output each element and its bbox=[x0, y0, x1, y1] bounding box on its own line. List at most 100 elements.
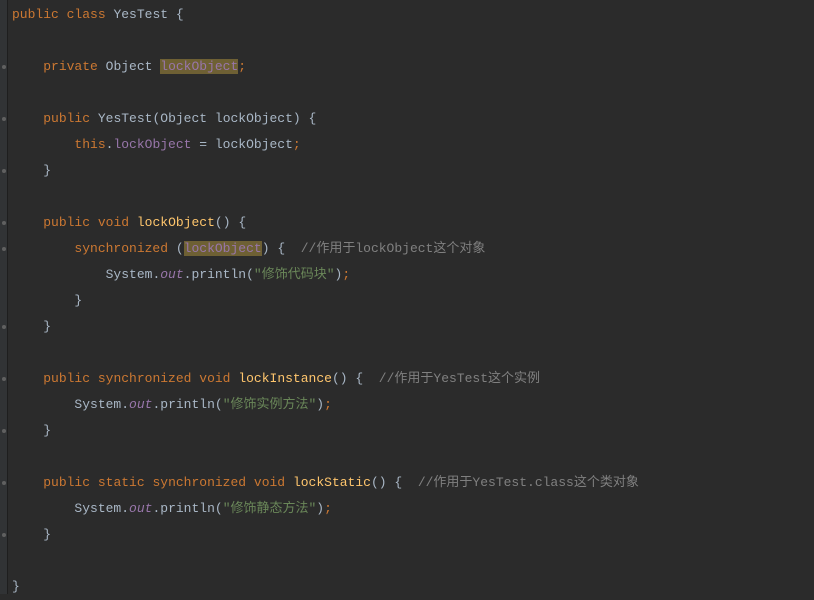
code-line: } bbox=[12, 319, 51, 334]
system-ref: System bbox=[74, 501, 121, 516]
paren: ( bbox=[215, 397, 223, 412]
code-line: synchronized (lockObject) { //作用于lockObj… bbox=[12, 241, 485, 256]
brace: { bbox=[277, 241, 285, 256]
dot: . bbox=[121, 397, 129, 412]
string-literal: "修饰代码块" bbox=[254, 267, 335, 282]
keyword-void: void bbox=[199, 371, 230, 386]
paren: ) bbox=[316, 501, 324, 516]
paren: ( bbox=[246, 267, 254, 282]
semicolon: ; bbox=[324, 501, 332, 516]
brace: { bbox=[238, 215, 246, 230]
keyword-void: void bbox=[98, 215, 129, 230]
keyword-this: this bbox=[74, 137, 105, 152]
keyword-public: public bbox=[43, 475, 90, 490]
string-literal: "修饰实例方法" bbox=[223, 397, 317, 412]
brace: } bbox=[43, 527, 51, 542]
param-ref: lockObject bbox=[215, 137, 293, 152]
paren: ) bbox=[379, 475, 387, 490]
brace: } bbox=[43, 423, 51, 438]
comment-inline: //作用于lockObject这个对象 bbox=[301, 241, 486, 256]
keyword-synchronized: synchronized bbox=[152, 475, 246, 490]
class-name: YesTest bbox=[113, 7, 168, 22]
brace: } bbox=[43, 319, 51, 334]
paren: ( bbox=[215, 215, 223, 230]
code-line: } bbox=[12, 423, 51, 438]
brace: } bbox=[12, 579, 20, 594]
type-object: Object bbox=[160, 111, 207, 126]
field-lockobject: lockObject bbox=[113, 137, 191, 152]
brace: } bbox=[43, 163, 51, 178]
brace: } bbox=[74, 293, 82, 308]
brace: { bbox=[309, 111, 317, 126]
param-lockobject: lockObject bbox=[215, 111, 293, 126]
gutter-marker bbox=[2, 429, 6, 433]
code-line: } bbox=[12, 163, 51, 178]
code-line: public synchronized void lockInstance() … bbox=[12, 371, 540, 386]
gutter-marker bbox=[2, 65, 6, 69]
comment-inline: //作用于YesTest.class这个类对象 bbox=[418, 475, 639, 490]
keyword-public: public bbox=[43, 215, 90, 230]
method-println: println bbox=[160, 501, 215, 516]
dot: . bbox=[121, 501, 129, 516]
method-println: println bbox=[160, 397, 215, 412]
constructor-name: YesTest bbox=[98, 111, 153, 126]
field-lockobject-highlighted: lockObject bbox=[160, 59, 238, 74]
semicolon: ; bbox=[238, 59, 246, 74]
code-line: this.lockObject = lockObject; bbox=[12, 137, 301, 152]
keyword-static: static bbox=[98, 475, 145, 490]
method-lockstatic: lockStatic bbox=[293, 475, 371, 490]
editor-gutter bbox=[0, 0, 8, 594]
semicolon: ; bbox=[324, 397, 332, 412]
keyword-class: class bbox=[67, 7, 106, 22]
keyword-synchronized: synchronized bbox=[74, 241, 168, 256]
brace: { bbox=[176, 7, 184, 22]
brace: { bbox=[355, 371, 363, 386]
gutter-marker bbox=[2, 117, 6, 121]
keyword-private: private bbox=[43, 59, 98, 74]
paren: ) bbox=[223, 215, 231, 230]
code-editor-content[interactable]: public class YesTest { private Object lo… bbox=[12, 0, 814, 600]
method-println: println bbox=[191, 267, 246, 282]
code-line: } bbox=[12, 527, 51, 542]
method-lockinstance: lockInstance bbox=[238, 371, 332, 386]
code-line: System.out.println("修饰实例方法"); bbox=[12, 397, 332, 412]
keyword-synchronized: synchronized bbox=[98, 371, 192, 386]
keyword-public: public bbox=[43, 111, 90, 126]
gutter-marker bbox=[2, 247, 6, 251]
paren: ( bbox=[371, 475, 379, 490]
gutter-marker bbox=[2, 533, 6, 537]
paren: ( bbox=[176, 241, 184, 256]
keyword-public: public bbox=[43, 371, 90, 386]
code-line: public void lockObject() { bbox=[12, 215, 246, 230]
code-line: System.out.println("修饰静态方法"); bbox=[12, 501, 332, 516]
comment-inline: //作用于YesTest这个实例 bbox=[379, 371, 540, 386]
brace: { bbox=[394, 475, 402, 490]
semicolon: ; bbox=[293, 137, 301, 152]
field-out: out bbox=[160, 267, 183, 282]
code-line: public static synchronized void lockStat… bbox=[12, 475, 639, 490]
paren: ) bbox=[316, 397, 324, 412]
system-ref: System bbox=[74, 397, 121, 412]
assign: = bbox=[191, 137, 214, 152]
type-object: Object bbox=[106, 59, 153, 74]
code-line: public class YesTest { bbox=[12, 7, 184, 22]
field-out: out bbox=[129, 397, 152, 412]
system-ref: System bbox=[106, 267, 153, 282]
method-lockobject: lockObject bbox=[137, 215, 215, 230]
gutter-marker bbox=[2, 377, 6, 381]
paren: ( bbox=[332, 371, 340, 386]
string-literal: "修饰静态方法" bbox=[223, 501, 317, 516]
paren: ( bbox=[215, 501, 223, 516]
code-line: System.out.println("修饰代码块"); bbox=[12, 267, 350, 282]
gutter-marker bbox=[2, 169, 6, 173]
paren: ) bbox=[340, 371, 348, 386]
gutter-marker bbox=[2, 221, 6, 225]
gutter-marker bbox=[2, 325, 6, 329]
keyword-public: public bbox=[12, 7, 59, 22]
code-line: private Object lockObject; bbox=[12, 59, 246, 74]
code-line: public YesTest(Object lockObject) { bbox=[12, 111, 316, 126]
gutter-marker bbox=[2, 481, 6, 485]
code-line: } bbox=[12, 579, 20, 594]
paren: ) bbox=[293, 111, 301, 126]
code-line: } bbox=[12, 293, 82, 308]
